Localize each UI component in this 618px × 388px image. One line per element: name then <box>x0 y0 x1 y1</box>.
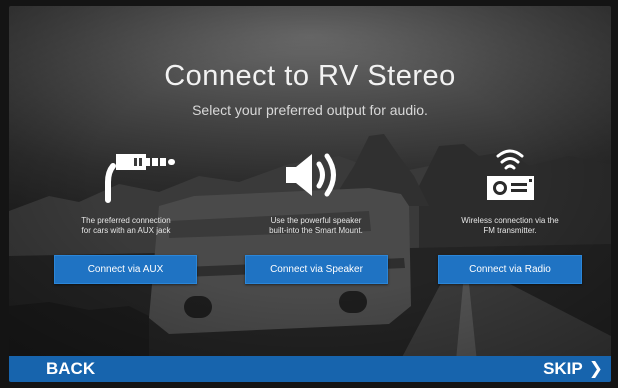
page-subtitle: Select your preferred output for audio. <box>192 102 428 118</box>
option-speaker-description-line1: Use the powerful speaker <box>270 216 362 225</box>
aux-jack-icon <box>105 154 175 203</box>
fm-radio-icon <box>487 149 534 200</box>
option-speaker-description-line2: built-into the Smart Mount. <box>269 226 363 235</box>
skip-label: SKIP <box>543 359 583 378</box>
back-button[interactable]: BACK <box>46 359 95 379</box>
connect-aux-button[interactable]: Connect via AUX <box>54 255 197 284</box>
device-frame: Connect to RV Stereo Select your preferr… <box>0 0 618 388</box>
option-radio-description-line1: Wireless connection via the <box>461 216 559 225</box>
option-speaker-description: Use the powerful speaker built-into the … <box>226 216 406 236</box>
option-aux-description: The preferred connection for cars with a… <box>36 216 216 236</box>
connect-speaker-button[interactable]: Connect via Speaker <box>245 255 388 284</box>
page-title: Connect to RV Stereo <box>164 60 456 92</box>
speaker-icon <box>286 153 336 197</box>
connect-radio-button[interactable]: Connect via Radio <box>438 255 582 284</box>
option-aux-description-line2: for cars with an AUX jack <box>81 226 171 235</box>
option-radio-description: Wireless connection via the FM transmitt… <box>420 216 600 236</box>
chevron-right-icon: ❯ <box>588 359 603 378</box>
app-screen: Connect to RV Stereo Select your preferr… <box>9 6 611 382</box>
skip-button[interactable]: SKIP ❯ <box>543 359 603 379</box>
bottom-nav-bar: BACK SKIP ❯ <box>9 356 611 382</box>
option-aux-description-line1: The preferred connection <box>81 216 171 225</box>
option-radio-description-line2: FM transmitter. <box>483 226 537 235</box>
